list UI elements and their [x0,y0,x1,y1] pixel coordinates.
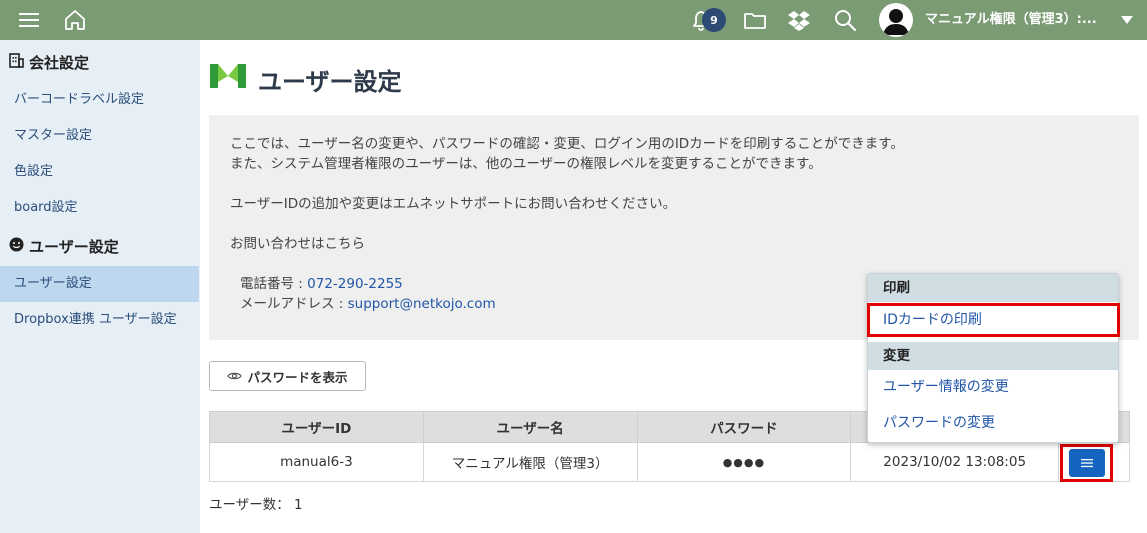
row-menu-button[interactable] [1068,449,1105,477]
dropbox-icon[interactable] [784,0,814,40]
phone-link[interactable]: 072-290-2255 [307,276,403,292]
hamburger-menu-icon[interactable] [14,0,44,40]
menu-item-change-user-info[interactable]: ユーザー情報の変更 [868,370,1118,404]
user-name[interactable]: マニュアル権限（管理3）:... [925,0,1110,40]
home-icon[interactable] [58,0,92,40]
email-link[interactable]: support@netkojo.com [348,296,496,312]
column-header-password: パスワード [636,411,852,443]
info-text-2: また、システム管理者権限のユーザーは、他のユーザーの権限レベルを変更することがで… [230,156,822,172]
sidebar-item-dropbox-user[interactable]: Dropbox連携 ユーザー設定 [0,302,199,338]
sidebar-section-user: ユーザー設定 [9,236,119,257]
row-menu-highlight [1060,444,1113,482]
info-text-3: ユーザーIDの追加や変更はエムネットサポートにお問い合わせください。 [230,196,677,212]
search-icon[interactable] [828,0,862,40]
building-icon [9,53,24,72]
cell-updated: 2023/10/02 13:08:05 [850,442,1060,482]
menu-item-change-password[interactable]: パスワードの変更 [868,406,1118,440]
smiley-icon [9,237,24,256]
column-header-user-id: ユーザーID [209,411,424,443]
sidebar-item-master[interactable]: マスター設定 [0,118,199,154]
chevron-down-icon[interactable] [1118,0,1136,40]
menu-item-print-id-card[interactable]: IDカードの印刷 [867,303,1120,337]
row-action-menu: 印刷 IDカードの印刷 変更 ユーザー情報の変更 パスワードの変更 [867,273,1120,443]
sidebar-item-user-settings[interactable]: ユーザー設定 [0,266,199,302]
folder-icon[interactable] [740,0,770,40]
email-label: メールアドレス : [240,296,348,312]
menu-header-change: 変更 [868,342,1118,370]
list-icon [1080,459,1093,468]
notification-badge: 9 [702,8,726,32]
sidebar-item-color[interactable]: 色設定 [0,154,199,190]
avatar-icon[interactable] [879,3,913,37]
cell-password: ●●●● [636,442,852,482]
phone-line: 電話番号 : 072-290-2255 [240,272,403,292]
sidebar-item-barcode-label[interactable]: バーコードラベル設定 [0,82,199,118]
user-count: ユーザー数： 1 [209,497,303,513]
cell-user-id: manual6-3 [209,442,424,482]
sidebar-section-title: 会社設定 [29,54,90,72]
eye-icon [227,369,243,384]
info-text-1: ここでは、ユーザー名の変更や、パスワードの確認・変更、ログイン用のIDカードを印… [230,136,904,152]
top-bar: 9 マニュアル権限（管理3）:... [0,0,1147,40]
page-title: ユーザー設定 [258,68,402,96]
menu-header-print: 印刷 [868,274,1118,302]
table-row: manual6-3 マニュアル権限（管理3） ●●●● 2023/10/02 1… [209,442,1130,482]
sidebar: 会社設定 バーコードラベル設定 マスター設定 色設定 board設定 ユーザー設… [0,40,200,533]
phone-label: 電話番号 : [240,276,308,292]
sidebar-item-board[interactable]: board設定 [0,190,199,226]
email-line: メールアドレス : support@netkojo.com [240,292,496,312]
column-header-user-name: ユーザー名 [422,411,638,443]
show-password-button[interactable]: パスワードを表示 [209,361,366,391]
sidebar-section-title: ユーザー設定 [29,238,119,256]
cell-user-name: マニュアル権限（管理3） [422,442,638,482]
show-password-label: パスワードを表示 [247,369,348,385]
app-logo [209,62,247,90]
info-text-4: お問い合わせはこちら [230,236,365,252]
sidebar-section-company: 会社設定 [9,52,89,73]
